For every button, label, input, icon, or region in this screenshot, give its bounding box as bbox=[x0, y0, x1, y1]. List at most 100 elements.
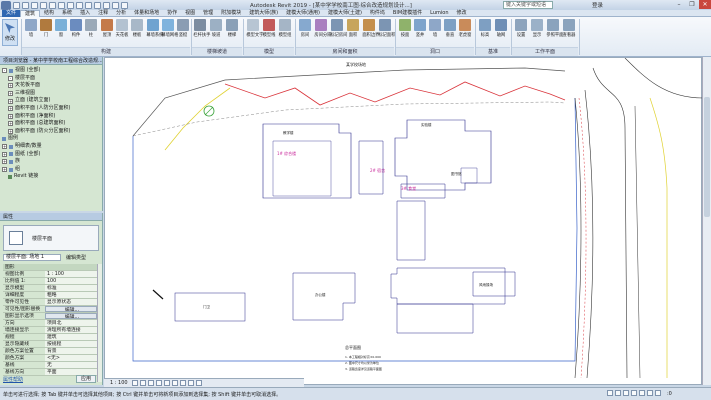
property-row[interactable]: 墙连接显示 清理所有墙连接 bbox=[3, 327, 97, 334]
tree-item-ceiling-plans[interactable]: + 天花板平面 bbox=[2, 82, 102, 90]
expand-icon[interactable]: + bbox=[8, 113, 13, 119]
property-row[interactable]: 可见性/图形替换 编辑... bbox=[3, 306, 97, 313]
properties-help-link[interactable]: 属性帮助 bbox=[3, 376, 23, 383]
vertical-opening-button[interactable]: 垂直 bbox=[443, 19, 457, 38]
show-workplane-button[interactable]: 显示 bbox=[530, 19, 544, 38]
dormer-button[interactable]: 老虎窗 bbox=[458, 19, 472, 38]
tab-analyze[interactable]: 分析 bbox=[112, 10, 130, 17]
print-icon[interactable] bbox=[49, 1, 56, 9]
road-edge[interactable] bbox=[592, 67, 628, 379]
road-edge[interactable] bbox=[624, 57, 704, 99]
tab-massing-site[interactable]: 体量和场地 bbox=[130, 10, 163, 17]
area-button[interactable]: 面积 bbox=[346, 19, 360, 38]
site-boundary-line[interactable] bbox=[132, 67, 566, 137]
property-row[interactable]: 显示隐藏线 按规程 bbox=[3, 341, 97, 348]
building-gym[interactable] bbox=[396, 200, 426, 261]
redo-icon[interactable] bbox=[40, 1, 47, 9]
tree-item-revit-links[interactable]: Revit 链接 bbox=[2, 173, 102, 181]
expand-icon[interactable]: + bbox=[8, 106, 13, 112]
property-row[interactable]: 基线无 bbox=[3, 362, 97, 369]
room-button[interactable]: 房间 bbox=[298, 19, 312, 38]
yellow-terrain-line[interactable] bbox=[164, 87, 231, 151]
tab-structure[interactable]: 结构 bbox=[40, 10, 58, 17]
section-icon[interactable] bbox=[94, 1, 101, 9]
red-terrain-line[interactable] bbox=[224, 81, 566, 106]
curtain-grid-button[interactable]: 幕墙网格 bbox=[161, 19, 178, 38]
graphic-options-edit-button[interactable]: 编辑... bbox=[45, 313, 97, 319]
close-icon[interactable]: ✕ bbox=[699, 0, 711, 9]
site-title[interactable]: 某学校场地 bbox=[346, 61, 366, 67]
tab-insert[interactable]: 插入 bbox=[76, 10, 94, 17]
tab-master-general[interactable]: 建模大师(通用) bbox=[282, 10, 324, 17]
viewer-button[interactable]: 查看器 bbox=[562, 19, 576, 38]
vg-edit-button[interactable]: 编辑... bbox=[45, 306, 97, 312]
properties-scrollbar[interactable] bbox=[97, 264, 102, 382]
file-tab[interactable]: 文件 bbox=[2, 9, 21, 17]
property-row[interactable]: 颜色方案位置 背景 bbox=[3, 348, 97, 355]
railing-button[interactable]: 栏杆扶手 bbox=[193, 19, 210, 38]
expand-icon[interactable]: + bbox=[8, 83, 13, 89]
visual-style-icon[interactable] bbox=[139, 380, 146, 386]
crop-view-icon[interactable] bbox=[163, 380, 170, 386]
collapse-icon[interactable]: - bbox=[2, 68, 7, 74]
site-plan-drawing[interactable]: 某学校场地 教学楼 1# 综合楼 2# 宿舍 实验楼 3# 食堂 图书馆 风雨操… bbox=[105, 57, 704, 386]
set-workplane-button[interactable]: 设置 bbox=[514, 19, 528, 38]
property-row[interactable]: 规程 建筑 bbox=[3, 334, 97, 341]
property-line[interactable] bbox=[132, 101, 566, 137]
model-group-button[interactable]: 模型组 bbox=[278, 19, 292, 38]
scrollbar-thumb[interactable] bbox=[704, 97, 710, 217]
model-line-button[interactable]: 模型线 bbox=[262, 19, 276, 38]
tag-area-button[interactable]: 标记面积 bbox=[378, 19, 395, 38]
ramp-button[interactable]: 坡道 bbox=[209, 19, 223, 38]
wall-button[interactable]: 墙 bbox=[24, 19, 38, 38]
collapse-icon[interactable]: - bbox=[8, 75, 13, 81]
3d-view-icon[interactable] bbox=[85, 1, 92, 9]
tree-item-area-gross[interactable]: + 面积平面 (总建筑面积) bbox=[2, 120, 102, 128]
search-input[interactable]: 键入关键字或短语 bbox=[503, 1, 553, 9]
property-row[interactable]: 显示模型 标准 bbox=[3, 285, 97, 292]
property-group-graphics[interactable]: 图形 bbox=[3, 264, 97, 271]
worksets-icon[interactable] bbox=[607, 390, 613, 396]
road-curb-red[interactable] bbox=[578, 97, 587, 379]
expand-icon[interactable]: + bbox=[2, 151, 7, 157]
building-library[interactable] bbox=[460, 167, 478, 184]
select-links-icon[interactable] bbox=[623, 390, 629, 396]
curtain-system-button[interactable]: 幕墙系统 bbox=[146, 19, 163, 38]
expand-icon[interactable]: + bbox=[2, 167, 7, 173]
expand-icon[interactable]: + bbox=[2, 144, 7, 150]
temporary-hide-icon[interactable] bbox=[179, 380, 186, 386]
column-button[interactable]: 柱 bbox=[84, 19, 98, 38]
tag-room-button[interactable]: 标记房间 bbox=[330, 19, 347, 38]
tab-manage[interactable]: 管理 bbox=[199, 10, 217, 17]
dimension-icon[interactable] bbox=[67, 1, 74, 9]
by-face-button[interactable]: 按面 bbox=[398, 19, 412, 38]
show-crop-icon[interactable] bbox=[171, 380, 178, 386]
tab-architecture[interactable]: 建筑 bbox=[20, 9, 41, 17]
tab-component[interactable]: 构件坞 bbox=[366, 10, 389, 17]
tab-collaborate[interactable]: 协作 bbox=[163, 10, 181, 17]
drawing-area[interactable]: 某学校场地 教学楼 1# 综合楼 2# 宿舍 实验楼 3# 食堂 图书馆 风雨操… bbox=[104, 57, 704, 386]
floor-button[interactable]: 楼板 bbox=[130, 19, 144, 38]
shaft-button[interactable]: 竖井 bbox=[413, 19, 427, 38]
window-button[interactable]: 窗 bbox=[54, 19, 68, 38]
stair-button[interactable]: 楼梯 bbox=[225, 19, 239, 38]
close-hidden-icon[interactable] bbox=[112, 1, 119, 9]
property-row[interactable]: 视图比例 1 : 100 bbox=[3, 271, 97, 278]
road-edge[interactable] bbox=[634, 105, 641, 379]
select-pinned-icon[interactable] bbox=[639, 390, 645, 396]
tree-item-elevations[interactable]: + 立面 (建筑立面) bbox=[2, 97, 102, 105]
building-dormitory[interactable] bbox=[394, 119, 492, 191]
type-selector[interactable]: 楼层平面 bbox=[3, 225, 99, 251]
text-icon[interactable] bbox=[76, 1, 83, 9]
tree-item-area-civil[interactable]: + 面积平面 (人防分区面积) bbox=[2, 105, 102, 113]
apply-button[interactable]: 应用 bbox=[76, 375, 96, 383]
canvas-vertical-scrollbar[interactable] bbox=[702, 57, 711, 385]
select-underlay-icon[interactable] bbox=[631, 390, 637, 396]
save-icon[interactable] bbox=[22, 1, 29, 9]
tab-master-family[interactable]: 建筑大师(族) bbox=[245, 10, 282, 17]
expand-icon[interactable]: + bbox=[8, 98, 13, 104]
site-perimeter-line[interactable] bbox=[132, 97, 578, 362]
building-gatehouse[interactable] bbox=[174, 292, 246, 322]
component-button[interactable]: 构件 bbox=[69, 19, 83, 38]
design-options-icon[interactable] bbox=[615, 390, 621, 396]
